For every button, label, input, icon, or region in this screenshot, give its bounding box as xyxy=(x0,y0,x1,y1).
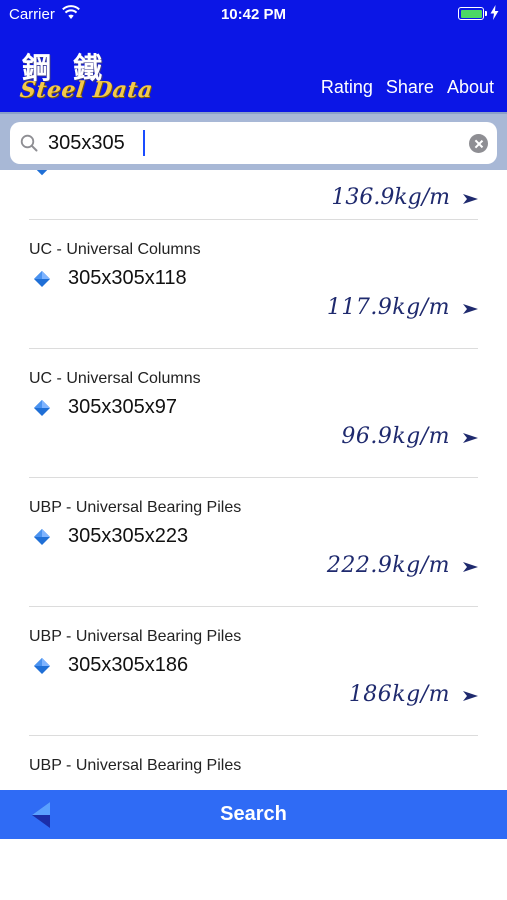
status-bar: Carrier 10:42 PM xyxy=(0,0,507,28)
search-input[interactable] xyxy=(48,129,458,157)
list-item[interactable]: UC - Universal Columns 305x305x97 96.9kg… xyxy=(0,349,507,478)
item-name: 305x305x223 xyxy=(68,525,189,547)
diamond-icon xyxy=(34,400,50,416)
item-category: UBP - Universal Bearing Piles xyxy=(29,757,242,774)
clear-icon[interactable] xyxy=(469,134,488,153)
item-category: UBP - Universal Bearing Piles xyxy=(29,628,242,645)
bottom-toolbar: Search xyxy=(0,790,507,839)
header-nav: Rating Share About xyxy=(321,77,494,98)
battery-icon xyxy=(458,7,487,20)
search-button[interactable]: Search xyxy=(220,803,287,825)
status-time: 10:42 PM xyxy=(220,6,287,23)
search-bar xyxy=(0,112,507,170)
list-item[interactable]: UBP - Universal Bearing Piles 305x305x22… xyxy=(0,478,507,607)
chevron-right-icon xyxy=(463,562,478,572)
diamond-icon xyxy=(36,170,48,176)
diamond-icon xyxy=(34,271,50,287)
item-weight: 117.9kg/m xyxy=(326,295,450,320)
chevron-right-icon xyxy=(463,304,478,314)
item-weight: 222.9kg/m xyxy=(326,553,450,578)
search-field[interactable] xyxy=(10,122,497,164)
list-item[interactable]: 136.9kg/m xyxy=(0,170,507,220)
share-link[interactable]: Share xyxy=(386,77,434,98)
app-header: Carrier 10:42 PM 鋼 鐵 Steel Data Rating S… xyxy=(0,0,507,112)
item-weight: 96.9kg/m xyxy=(341,424,450,449)
diamond-icon xyxy=(34,529,50,545)
list-item[interactable]: UBP - Universal Bearing Piles 305x305x18… xyxy=(0,607,507,736)
chevron-right-icon xyxy=(463,691,478,701)
chevron-right-icon xyxy=(463,194,478,204)
charging-icon xyxy=(490,5,499,20)
item-name: 305x305x118 xyxy=(68,267,187,289)
item-category: UC - Universal Columns xyxy=(29,370,201,387)
item-weight: 136.9kg/m xyxy=(331,185,450,210)
list-item[interactable]: UBP - Universal Bearing Piles xyxy=(0,736,507,790)
list-item[interactable]: UC - Universal Columns 305x305x118 117.9… xyxy=(0,220,507,349)
search-button-wrap: Search xyxy=(0,803,507,826)
results-list[interactable]: 136.9kg/m UC - Universal Columns 305x305… xyxy=(0,170,507,790)
item-weight: 186kg/m xyxy=(348,682,450,707)
search-icon xyxy=(20,134,38,152)
item-category: UC - Universal Columns xyxy=(29,241,201,258)
about-link[interactable]: About xyxy=(447,77,494,98)
item-name: 305x305x97 xyxy=(68,396,177,418)
item-category: UBP - Universal Bearing Piles xyxy=(29,499,242,516)
app-logo-english: Steel Data xyxy=(18,77,155,103)
text-cursor xyxy=(143,130,145,156)
item-name: 305x305x186 xyxy=(68,654,189,676)
rating-link[interactable]: Rating xyxy=(321,77,373,98)
chevron-right-icon xyxy=(463,433,478,443)
diamond-icon xyxy=(34,658,50,674)
